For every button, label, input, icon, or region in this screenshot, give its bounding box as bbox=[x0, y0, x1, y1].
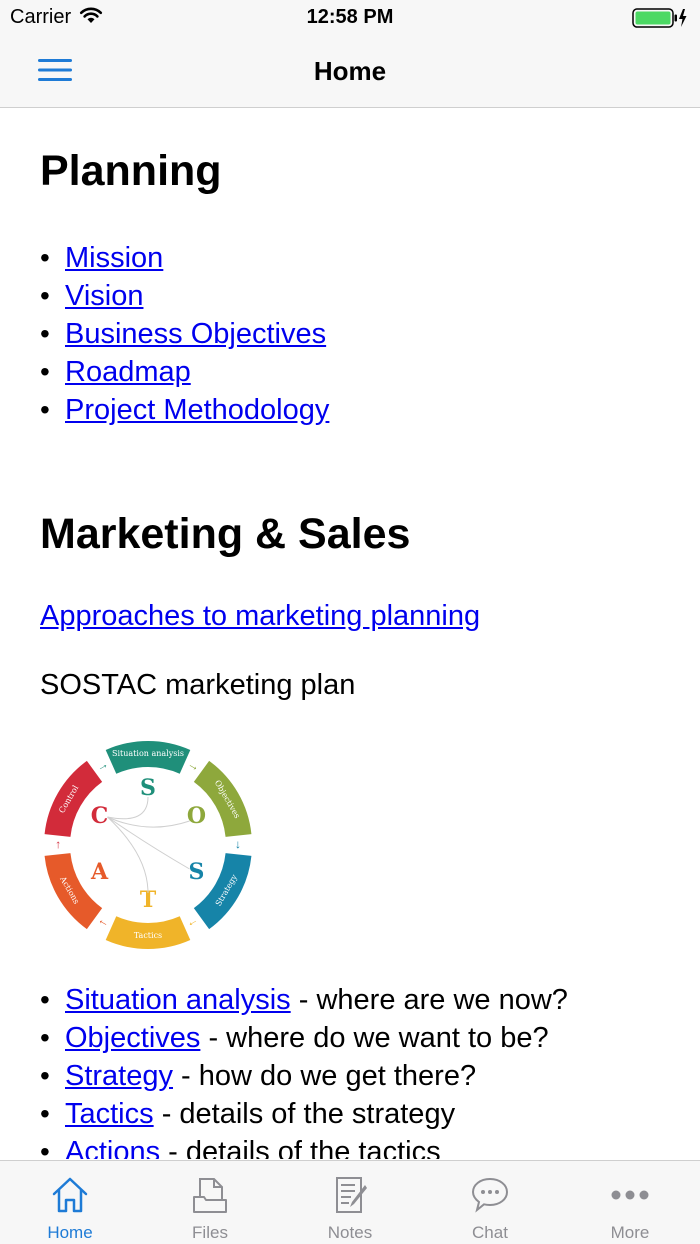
list-item: Objectives - where do we want to be? bbox=[40, 1019, 670, 1057]
sostac-letter: O bbox=[187, 803, 206, 829]
more-icon bbox=[608, 1173, 652, 1217]
sostac-label: SOSTAC marketing plan bbox=[40, 669, 356, 702]
tab-label: Chat bbox=[472, 1223, 508, 1242]
list-item: Mission bbox=[40, 239, 670, 277]
sostac-segment-label: Situation analysis bbox=[112, 749, 184, 758]
page-title: Home bbox=[313, 56, 387, 86]
tab-label: Files bbox=[192, 1223, 228, 1242]
list-item: Actions - details of the tactics bbox=[40, 1133, 670, 1159]
sostac-arrow: → bbox=[93, 757, 110, 775]
sostac-arrow: → bbox=[93, 916, 110, 934]
navigation-bar: Home bbox=[0, 36, 700, 108]
link-objectives[interactable]: Objectives bbox=[65, 1022, 200, 1054]
link-tactics[interactable]: Tactics bbox=[65, 1098, 154, 1130]
tab-home[interactable]: Home bbox=[0, 1161, 140, 1244]
tab-label: Notes bbox=[327, 1223, 373, 1242]
status-right bbox=[632, 7, 690, 34]
tab-label: Home bbox=[47, 1223, 93, 1242]
list-item: Situation analysis - where are we now? bbox=[40, 981, 670, 1019]
sostac-arrow: → bbox=[185, 916, 202, 934]
marketing-heading: Marketing & Sales bbox=[40, 509, 411, 558]
planning-heading: Planning bbox=[40, 147, 222, 195]
sostac-arrow: → bbox=[185, 757, 202, 775]
sostac-arrow: → bbox=[49, 839, 63, 851]
home-icon bbox=[48, 1173, 92, 1217]
sostac-arrow: → bbox=[233, 839, 247, 851]
link-approaches-marketing-planning[interactable]: Approaches to marketing planning bbox=[40, 597, 670, 635]
list-item: Tactics - details of the strategy bbox=[40, 1095, 670, 1133]
tab-more[interactable]: More bbox=[560, 1161, 700, 1244]
item-description: - how do we get there? bbox=[173, 1060, 477, 1093]
sostac-letter: S bbox=[189, 859, 205, 885]
sostac-segment-label: Tactics bbox=[134, 931, 162, 940]
tab-chat[interactable]: Chat bbox=[420, 1161, 560, 1244]
status-time: 12:58 PM bbox=[306, 6, 394, 28]
chat-icon bbox=[468, 1173, 512, 1217]
sostac-links: Situation analysis - where are we now? O… bbox=[40, 981, 670, 1159]
files-icon bbox=[188, 1173, 232, 1217]
status-bar: Carrier 12:58 PM bbox=[0, 0, 700, 36]
list-item: Business Objectives bbox=[40, 315, 670, 353]
link-situation-analysis[interactable]: Situation analysis bbox=[65, 984, 291, 1016]
tab-label: More bbox=[610, 1223, 650, 1242]
link-roadmap[interactable]: Roadmap bbox=[65, 356, 191, 388]
list-item: Strategy - how do we get there? bbox=[40, 1057, 670, 1095]
item-description: - where do we want to be? bbox=[200, 1022, 549, 1055]
main-content[interactable]: Planning Mission Vision Business Objecti… bbox=[0, 109, 700, 1159]
menu-button[interactable] bbox=[30, 52, 80, 92]
tab-notes[interactable]: Notes bbox=[280, 1161, 420, 1244]
item-description: - details of the tactics bbox=[160, 1136, 441, 1159]
item-description: - details of the strategy bbox=[153, 1098, 456, 1131]
list-item: Project Methodology bbox=[40, 391, 670, 429]
hamburger-menu-icon bbox=[38, 58, 72, 87]
sostac-letter: A bbox=[90, 859, 109, 885]
list-item: Roadmap bbox=[40, 353, 670, 391]
item-description: - where are we now? bbox=[290, 984, 568, 1017]
notes-icon bbox=[328, 1173, 372, 1217]
link-project-methodology[interactable]: Project Methodology bbox=[65, 394, 329, 426]
tab-files[interactable]: Files bbox=[140, 1161, 280, 1244]
link-business-objectives[interactable]: Business Objectives bbox=[65, 318, 326, 350]
sostac-connector bbox=[107, 816, 149, 894]
sostac-diagram: Situation analysis → S Objectives → O Strategy… bbox=[40, 737, 256, 953]
sostac-letter: C bbox=[91, 803, 109, 829]
link-strategy[interactable]: Strategy bbox=[65, 1060, 173, 1092]
list-item: Vision bbox=[40, 277, 670, 315]
link-actions[interactable]: Actions bbox=[65, 1136, 160, 1159]
battery-charging-icon bbox=[632, 7, 690, 34]
tab-bar: Home Files Notes Chat More bbox=[0, 1160, 700, 1244]
link-vision[interactable]: Vision bbox=[65, 280, 143, 312]
planning-links: Mission Vision Business Objectives Roadm… bbox=[40, 239, 670, 429]
link-mission[interactable]: Mission bbox=[65, 242, 163, 274]
